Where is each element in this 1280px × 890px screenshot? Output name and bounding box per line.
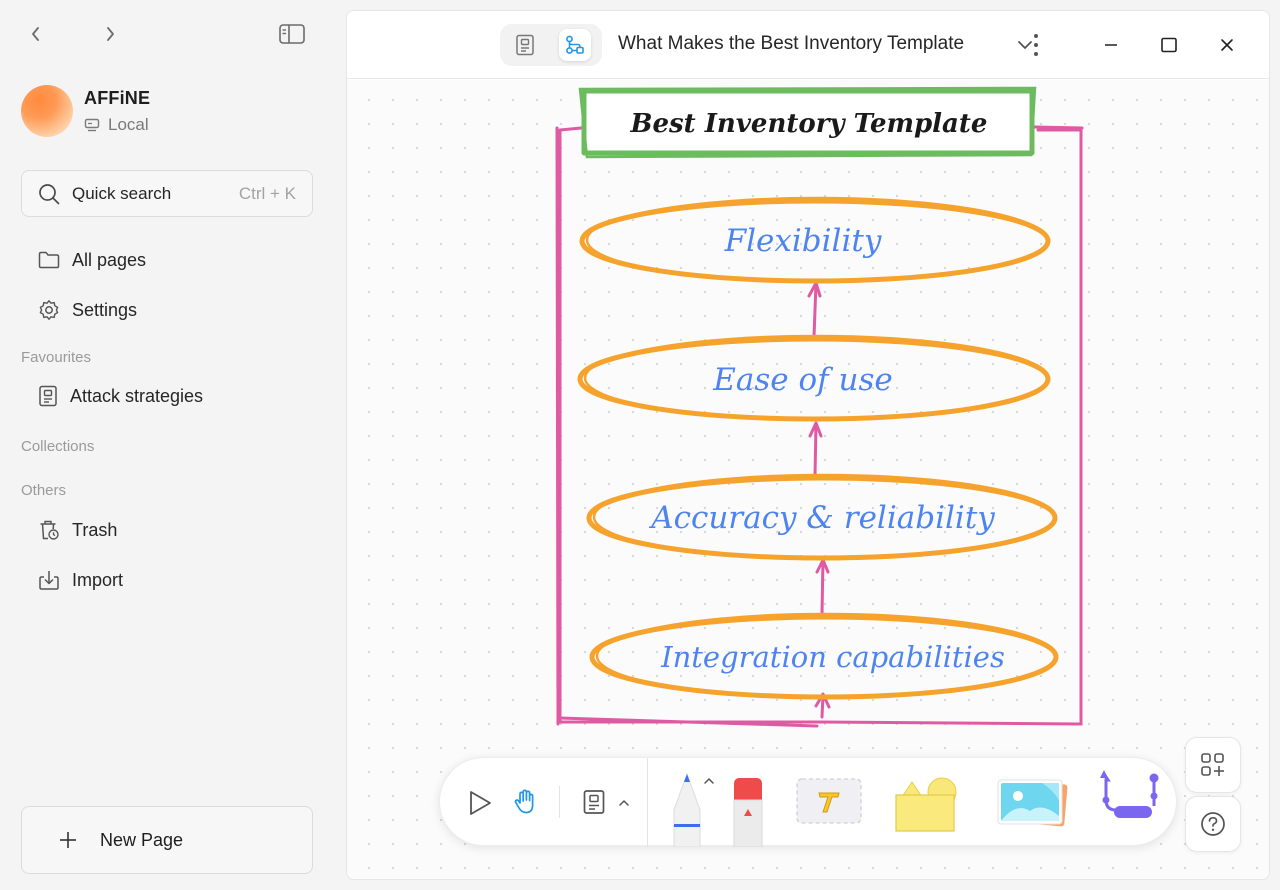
node-label: Flexibility <box>724 223 882 259</box>
chevron-left-icon <box>32 27 39 41</box>
workspace-card[interactable]: AFFiNE Local <box>21 85 150 137</box>
text-tool[interactable] <box>796 778 862 824</box>
sidebar-item-attack-strategies[interactable]: Attack strategies <box>21 378 313 414</box>
pen-tool[interactable] <box>669 770 705 847</box>
maximize-window-button[interactable] <box>1157 33 1181 57</box>
connector-tool[interactable] <box>1094 766 1160 830</box>
insert-widget-button[interactable] <box>1185 737 1241 793</box>
pen-icon <box>673 772 701 847</box>
page-mode-button[interactable] <box>509 29 541 61</box>
shape-tool[interactable] <box>890 770 962 834</box>
node-label: Ease of use <box>712 362 892 398</box>
chevron-right-icon <box>107 27 114 41</box>
sidebar-item-import[interactable]: Import <box>21 562 313 598</box>
sidebar-item-label: All pages <box>72 249 147 270</box>
edgeless-canvas[interactable]: Best Inventory Template Flexibility Ease… <box>347 80 1269 879</box>
quick-search-input[interactable]: Quick search Ctrl + K <box>21 170 313 217</box>
plus-icon <box>60 832 76 848</box>
note-options-button[interactable] <box>617 796 631 810</box>
workspace-name: AFFiNE <box>84 87 151 108</box>
main-panel: What Makes the Best Inventory Template B… <box>346 10 1270 880</box>
search-icon <box>39 183 60 204</box>
sidebar-item-label: Settings <box>72 299 138 320</box>
sidebar-item-label: Attack strategies <box>70 385 204 406</box>
folder-icon <box>38 251 60 269</box>
toolbar-divider <box>647 758 648 847</box>
more-vertical-icon <box>1034 34 1038 56</box>
local-storage-icon <box>84 118 100 131</box>
close-icon <box>1221 39 1233 51</box>
new-page-button[interactable]: New Page <box>21 806 313 874</box>
edgeless-toolbar <box>439 757 1177 847</box>
shape-icon <box>895 777 957 832</box>
text-icon <box>796 778 862 824</box>
sidebar-item-settings[interactable]: Settings <box>21 292 313 328</box>
pen-options-button[interactable] <box>702 774 716 788</box>
sidebar-item-label: Trash <box>72 519 118 540</box>
minimize-window-button[interactable] <box>1099 33 1123 57</box>
hand-tool[interactable] <box>510 786 542 818</box>
gear-icon <box>39 300 59 320</box>
note-tool[interactable] <box>578 786 610 818</box>
others-heading: Others <box>21 482 67 499</box>
workspace-type: Local <box>108 114 149 134</box>
close-window-button[interactable] <box>1215 33 1239 57</box>
more-options-button[interactable] <box>1031 31 1041 59</box>
chevron-up-icon <box>619 799 629 806</box>
image-tool[interactable] <box>996 776 1070 830</box>
diagram-title-box[interactable]: Best Inventory Template <box>578 86 1037 159</box>
node-label: Accuracy & reliability <box>648 500 995 536</box>
edgeless-mode-icon <box>566 35 584 54</box>
chevron-up-icon <box>704 777 714 784</box>
add-grid-icon <box>1201 753 1224 776</box>
sidebar-toggle-icon <box>279 24 305 44</box>
back-button[interactable] <box>22 22 50 46</box>
favourites-heading: Favourites <box>21 349 92 366</box>
page-icon <box>39 385 57 407</box>
quick-search-label: Quick search <box>72 183 172 203</box>
select-tool[interactable] <box>464 788 496 818</box>
forward-button[interactable] <box>96 22 124 46</box>
node-flexibility[interactable]: Flexibility <box>579 196 1051 284</box>
import-icon <box>39 571 59 590</box>
help-icon <box>1201 812 1225 836</box>
new-page-label: New Page <box>100 829 184 850</box>
trash-icon <box>40 520 59 540</box>
sidebar-item-label: Import <box>72 569 124 590</box>
node-ease-of-use[interactable]: Ease of use <box>577 334 1051 422</box>
help-button[interactable] <box>1185 796 1241 852</box>
sidebar: AFFiNE Local Quick search Ctrl + K All p… <box>0 0 340 890</box>
quick-search-shortcut: Ctrl + K <box>238 183 296 203</box>
minimize-icon <box>1105 44 1117 46</box>
node-accuracy-reliability[interactable]: Accuracy & reliability <box>586 473 1058 561</box>
image-icon <box>997 779 1068 827</box>
maximize-icon <box>1161 37 1177 53</box>
hand-icon <box>514 789 534 814</box>
pointer-icon <box>470 791 491 815</box>
node-label: Integration capabilities <box>660 640 1005 674</box>
note-icon <box>583 790 605 814</box>
edgeless-mode-button[interactable] <box>559 29 591 61</box>
sidebar-toggle-button[interactable] <box>276 22 308 46</box>
document-title[interactable]: What Makes the Best Inventory Template <box>618 33 964 55</box>
node-integration-capabilities[interactable]: Integration capabilities <box>589 612 1059 700</box>
page-header: What Makes the Best Inventory Template <box>347 11 1269 79</box>
editor-mode-switch <box>500 24 602 66</box>
workspace-avatar <box>21 85 73 137</box>
page-mode-icon <box>516 34 534 56</box>
collections-heading: Collections <box>21 438 95 455</box>
eraser-icon <box>733 778 763 847</box>
connector-icon <box>1100 770 1159 818</box>
toolbar-divider <box>559 786 560 818</box>
eraser-tool[interactable] <box>730 776 766 847</box>
sidebar-item-all-pages[interactable]: All pages <box>21 242 313 278</box>
sidebar-item-trash[interactable]: Trash <box>21 512 313 548</box>
diagram-title: Best Inventory Template <box>630 109 988 139</box>
